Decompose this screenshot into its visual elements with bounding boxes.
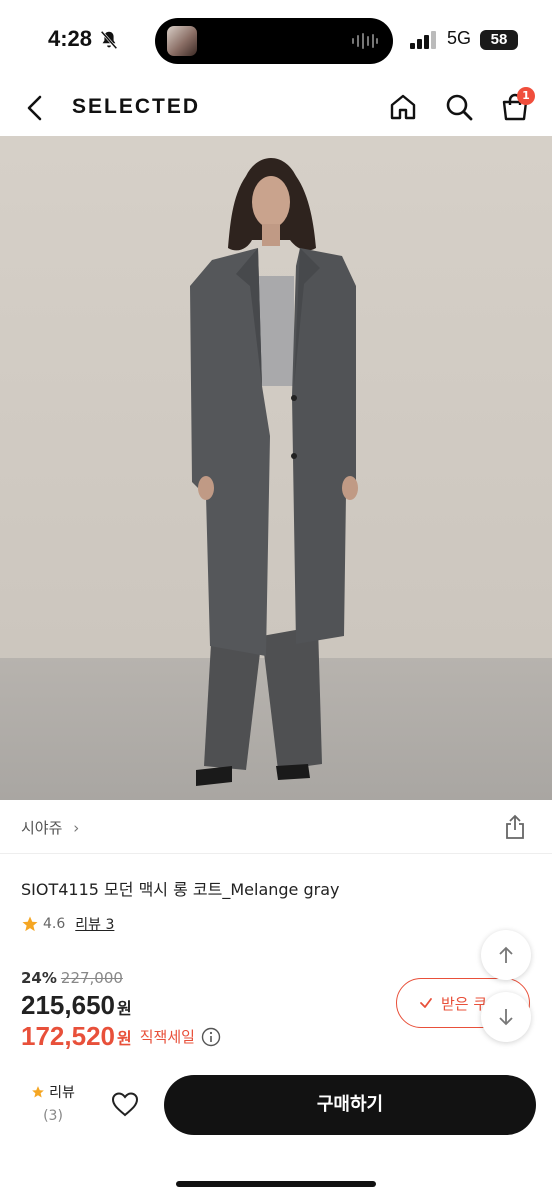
sale-price-row: 172,520 원 직잭세일	[21, 1021, 221, 1052]
sale-label: 직잭세일	[139, 1028, 195, 1046]
status-time: 4:28	[48, 26, 93, 51]
discount-row: 24% 227,000	[21, 969, 123, 987]
rating-row: 4.6 리뷰 3	[21, 914, 114, 934]
star-icon	[22, 916, 38, 932]
info-icon[interactable]	[201, 1027, 221, 1047]
coupon-label: 받은 쿠	[441, 994, 488, 1013]
sale-price: 172,520	[21, 1021, 115, 1051]
price-row: 215,650 원	[21, 990, 132, 1021]
brand-name: 시야쥬	[21, 819, 63, 837]
original-price: 227,000	[60, 969, 123, 987]
cart-count-badge: 1	[517, 87, 535, 105]
current-price: 215,650	[21, 990, 115, 1020]
discount-percent: 24%	[21, 969, 57, 987]
home-indicator	[176, 1181, 376, 1187]
review-label: 리뷰	[49, 1085, 75, 1101]
dynamic-island[interactable]	[155, 18, 393, 64]
network-label: 5G	[447, 28, 472, 48]
signal-icon	[410, 31, 436, 49]
status-bar: 4:28 5G 58	[0, 0, 552, 80]
brand-logo[interactable]: SELECTED	[72, 95, 200, 119]
scroll-up-button[interactable]	[481, 930, 531, 980]
price-unit: 원	[116, 999, 132, 1018]
search-icon[interactable]	[444, 92, 474, 122]
product-image[interactable]	[0, 136, 552, 800]
bottom-action-bar: 리뷰 (3) 구매하기	[0, 1062, 552, 1200]
battery-indicator: 58	[480, 30, 518, 50]
arrow-up-icon	[499, 946, 513, 963]
review-count: (3)	[43, 1108, 63, 1124]
brand-row: 시야쥬 ›	[0, 800, 552, 854]
check-icon	[420, 998, 432, 1008]
heart-icon[interactable]	[110, 1090, 140, 1118]
product-photo-illustration	[0, 136, 552, 800]
brand-link[interactable]: 시야쥬 ›	[21, 817, 79, 838]
review-link[interactable]: 리뷰 3	[75, 914, 114, 934]
arrow-down-icon	[499, 1009, 513, 1026]
scroll-down-button[interactable]	[481, 992, 531, 1042]
chevron-right-icon: ›	[73, 819, 80, 837]
back-chevron-icon[interactable]	[22, 94, 48, 122]
review-summary-button[interactable]: 리뷰 (3)	[26, 1082, 80, 1124]
sale-price-unit: 원	[116, 1028, 132, 1048]
rating-value: 4.6	[43, 916, 66, 932]
product-title: SIOT4115 모던 맥시 롱 코트_Melange gray	[21, 880, 340, 899]
home-icon[interactable]	[388, 92, 418, 122]
buy-button[interactable]: 구매하기	[164, 1075, 536, 1135]
waveform-icon	[352, 33, 378, 49]
top-nav: SELECTED 1	[0, 80, 552, 136]
share-icon[interactable]	[503, 814, 527, 840]
bell-slash-icon	[100, 30, 118, 50]
star-icon	[32, 1086, 44, 1098]
album-art-thumbnail	[167, 26, 197, 56]
